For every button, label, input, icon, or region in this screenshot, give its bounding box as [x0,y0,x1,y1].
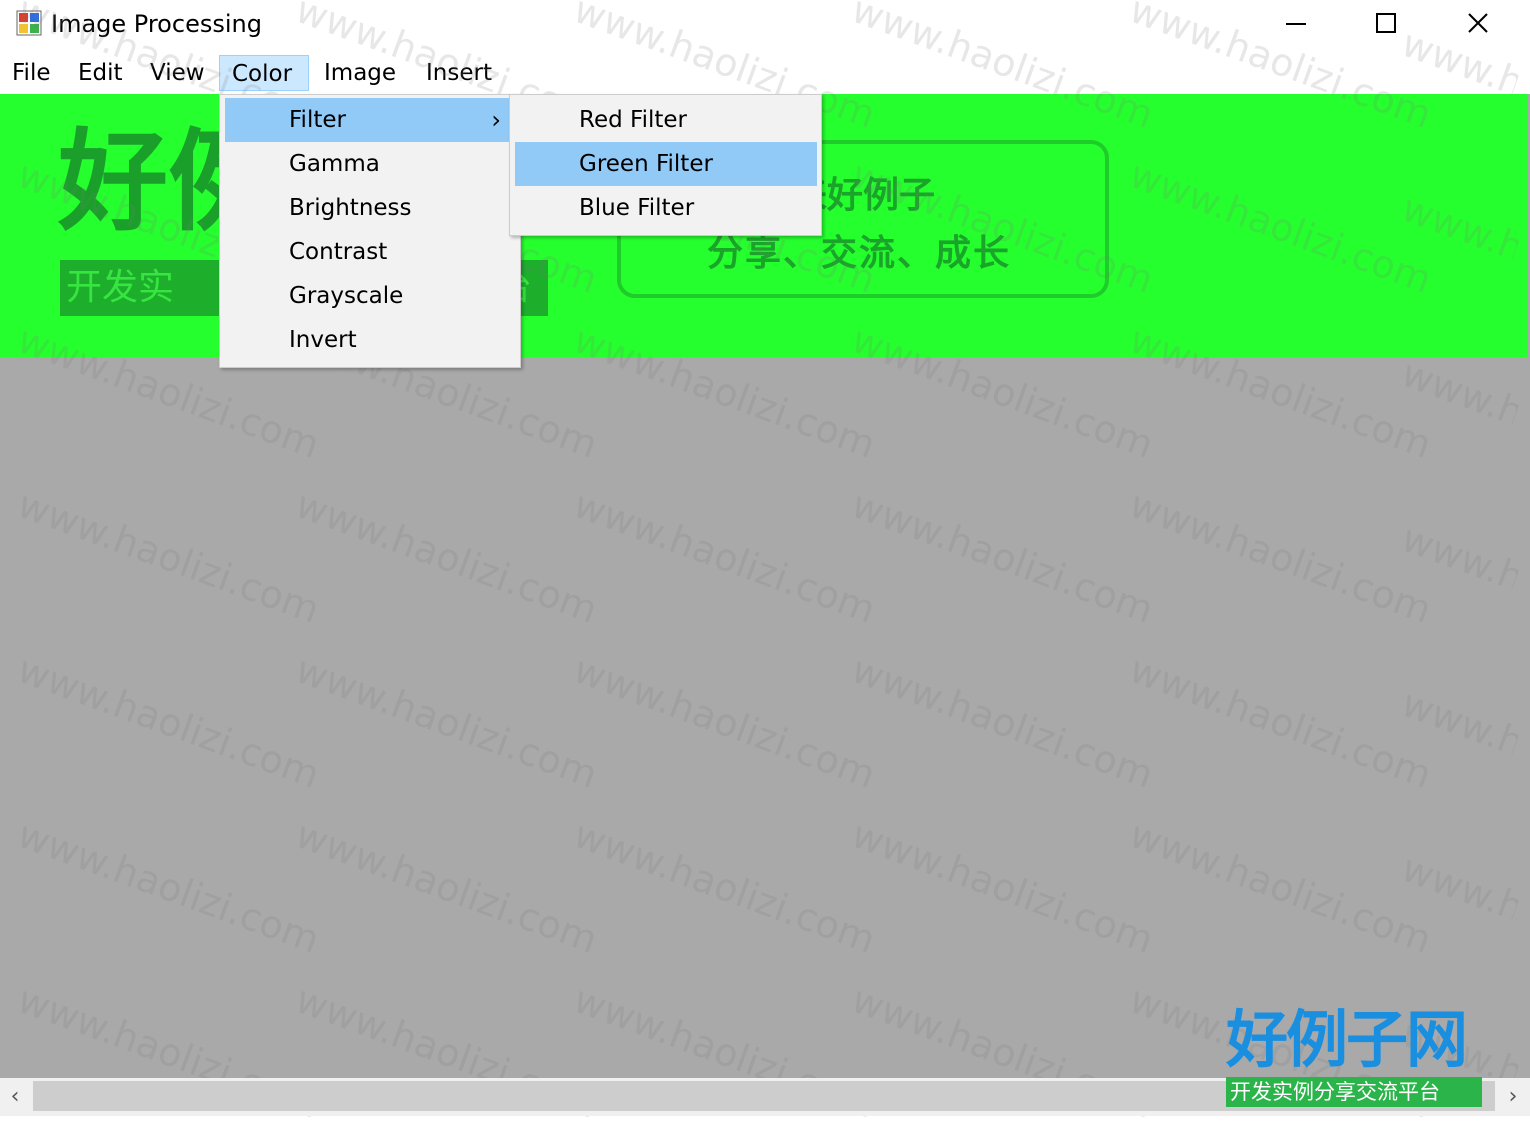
brand-watermark: 好例子网 开发实例分享交流平台 [1226,1003,1482,1107]
menu-item-gamma[interactable]: Gamma [225,142,513,186]
image-logo-sub-start: 开发实 [66,267,175,308]
close-icon [1468,13,1488,33]
close-button[interactable] [1432,0,1524,46]
color-menu-dropdown: Filter › Gamma Brightness Contrast Grays… [219,94,521,368]
app-icon [16,10,42,36]
scroll-left-icon[interactable]: ‹ [0,1078,30,1116]
chevron-right-icon: › [491,106,501,134]
menu-item-filter-label: Filter [289,107,346,133]
menu-image[interactable]: Image [312,55,408,91]
menu-bar: File Edit View Color Image Insert [0,52,1530,94]
menu-item-grayscale[interactable]: Grayscale [225,274,513,318]
minimize-button[interactable] [1250,0,1342,46]
brand-title: 好例子网 [1226,1003,1468,1076]
menu-item-grayscale-label: Grayscale [289,283,404,309]
menu-item-green-filter[interactable]: Green Filter [515,142,817,186]
title-bar: Image Processing [0,0,1530,50]
menu-item-blue-filter[interactable]: Blue Filter [515,186,817,230]
menu-item-red-filter-label: Red Filter [579,107,687,133]
menu-view[interactable]: View [138,55,217,91]
scroll-right-icon[interactable]: › [1498,1078,1528,1116]
menu-color[interactable]: Color [219,55,309,91]
maximize-icon [1376,13,1396,33]
menu-insert[interactable]: Insert [414,55,504,91]
maximize-button[interactable] [1340,0,1432,46]
menu-item-contrast-label: Contrast [289,239,388,265]
menu-item-gamma-label: Gamma [289,151,380,177]
menu-edit[interactable]: Edit [66,55,135,91]
filter-submenu-dropdown: Red Filter Green Filter Blue Filter [509,94,822,236]
menu-item-blue-filter-label: Blue Filter [579,195,695,221]
brand-subtitle: 开发实例分享交流平台 [1226,1077,1482,1107]
menu-item-invert-label: Invert [289,327,357,353]
menu-item-invert[interactable]: Invert [225,318,513,362]
menu-file[interactable]: File [0,55,63,91]
menu-item-brightness[interactable]: Brightness [225,186,513,230]
menu-item-filter[interactable]: Filter › [225,98,513,142]
minimize-icon [1286,23,1306,25]
menu-item-red-filter[interactable]: Red Filter [515,98,817,142]
window-title: Image Processing [51,10,262,38]
menu-item-contrast[interactable]: Contrast [225,230,513,274]
menu-item-brightness-label: Brightness [289,195,412,221]
menu-item-green-filter-label: Green Filter [579,151,713,177]
